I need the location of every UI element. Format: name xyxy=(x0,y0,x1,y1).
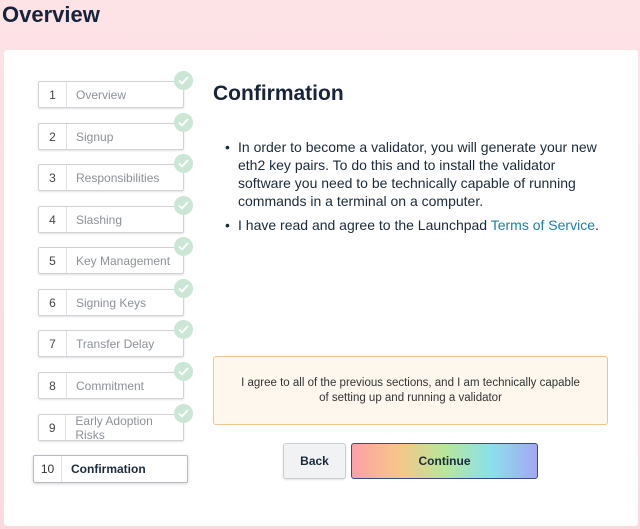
step-signup[interactable]: 2 Signup xyxy=(38,123,184,150)
step-transfer-delay[interactable]: 7 Transfer Delay xyxy=(38,330,184,357)
step-label: Commitment xyxy=(76,378,145,393)
bullet-icon: • xyxy=(225,217,230,233)
step-label: Responsibilities xyxy=(76,170,160,185)
check-icon xyxy=(174,113,193,132)
step-number: 9 xyxy=(39,415,67,440)
step-key-management[interactable]: 5 Key Management xyxy=(38,247,184,274)
check-icon xyxy=(174,362,193,381)
agreement-text: I agree to all of the previous sections,… xyxy=(241,376,580,404)
bullet-text: I have read and agree to the Launchpad T… xyxy=(238,216,599,234)
step-number: 4 xyxy=(39,207,67,232)
bullet-text: In order to become a validator, you will… xyxy=(238,139,597,209)
step-label: Signing Keys xyxy=(76,295,147,310)
page-title: Overview xyxy=(2,2,100,27)
list-item: • In order to become a validator, you wi… xyxy=(225,138,610,210)
agreement-checkbox-panel[interactable]: I agree to all of the previous sections,… xyxy=(213,356,608,425)
step-label: Confirmation xyxy=(71,462,146,476)
step-number: 2 xyxy=(39,124,67,149)
step-number: 6 xyxy=(39,290,67,315)
step-number: 5 xyxy=(39,248,67,273)
tos-suffix: . xyxy=(594,217,599,233)
bullet-icon: • xyxy=(225,139,230,155)
step-confirmation[interactable]: 10 Confirmation xyxy=(33,455,188,483)
continue-button[interactable]: Continue xyxy=(351,443,538,479)
step-label: Signup xyxy=(76,129,114,144)
step-commitment[interactable]: 8 Commitment xyxy=(38,372,184,399)
step-slashing[interactable]: 4 Slashing xyxy=(38,206,184,233)
check-icon xyxy=(174,404,193,423)
step-number: 1 xyxy=(39,82,67,107)
step-responsibilities[interactable]: 3 Responsibilities xyxy=(38,164,184,191)
back-button[interactable]: Back xyxy=(283,443,346,479)
step-label: Key Management xyxy=(76,253,171,268)
step-label: Early Adoption Risks xyxy=(75,413,153,442)
check-icon xyxy=(174,196,193,215)
step-label: Overview xyxy=(76,87,127,102)
step-overview[interactable]: 1 Overview xyxy=(38,81,184,108)
step-label: Transfer Delay xyxy=(76,336,155,351)
step-early-adoption-risks[interactable]: 9 Early Adoption Risks xyxy=(38,413,184,442)
check-icon xyxy=(174,71,193,90)
step-number: 7 xyxy=(39,331,67,356)
bullet-list: • In order to become a validator, you wi… xyxy=(225,138,610,240)
step-label: Slashing xyxy=(76,212,123,227)
check-icon xyxy=(174,279,193,298)
list-item: • I have read and agree to the Launchpad… xyxy=(225,216,610,234)
tos-prefix: I have read and agree to the Launchpad xyxy=(238,217,491,233)
step-number: 8 xyxy=(39,373,67,398)
step-number: 3 xyxy=(39,165,67,190)
section-heading: Confirmation xyxy=(213,82,344,105)
step-signing-keys[interactable]: 6 Signing Keys xyxy=(38,289,184,316)
check-icon xyxy=(174,154,193,173)
step-number: 10 xyxy=(34,456,62,482)
terms-of-service-link[interactable]: Terms of Service xyxy=(491,217,595,233)
check-icon xyxy=(174,237,193,256)
check-icon xyxy=(174,320,193,339)
